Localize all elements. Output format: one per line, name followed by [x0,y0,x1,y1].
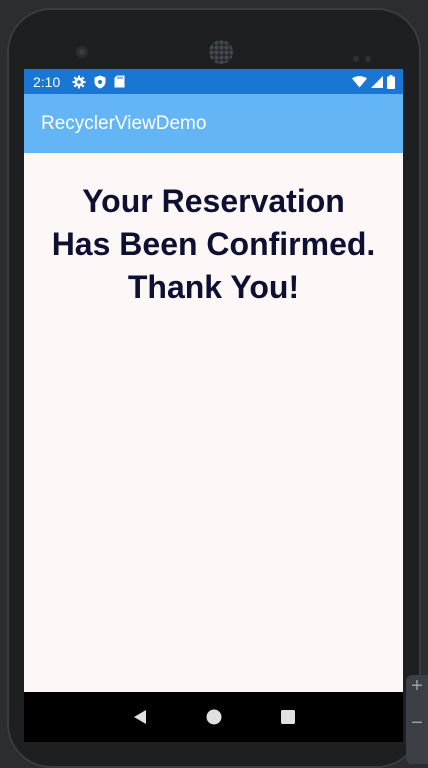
zoom-out-button[interactable]: − [406,712,428,764]
signal-icon [371,75,383,88]
wifi-icon [352,75,367,87]
confirmation-line-3: Thank You! [127,269,300,305]
sensor-icon [353,49,379,62]
shield-icon [94,75,106,88]
recents-icon[interactable] [280,709,296,725]
confirmation-message: Your Reservation Has Been Confirmed. Tha… [24,180,403,309]
back-icon[interactable] [132,709,148,725]
battery-icon [387,74,395,89]
device-screen: 2:10 RecyclerViewDemo Your Reservation H… [24,69,403,731]
status-time: 2:10 [33,73,61,90]
sd-card-icon [114,75,125,88]
status-icons-right [352,74,395,89]
status-bar: 2:10 [24,69,403,94]
confirmation-line-2: Has Been Confirmed. [51,226,376,262]
gear-icon [72,75,86,88]
speaker-icon [209,40,233,64]
app-bar: RecyclerViewDemo [24,94,403,153]
confirmation-content: Your Reservation Has Been Confirmed. Tha… [24,153,403,309]
home-icon[interactable] [206,709,222,725]
navigation-bar [24,692,403,742]
app-title: RecyclerViewDemo [41,112,207,134]
status-icons-left [72,75,125,89]
confirmation-line-1: Your Reservation [82,183,345,219]
camera-icon [76,46,88,58]
zoom-in-label: + [411,675,423,697]
zoom-out-label: − [411,712,423,734]
